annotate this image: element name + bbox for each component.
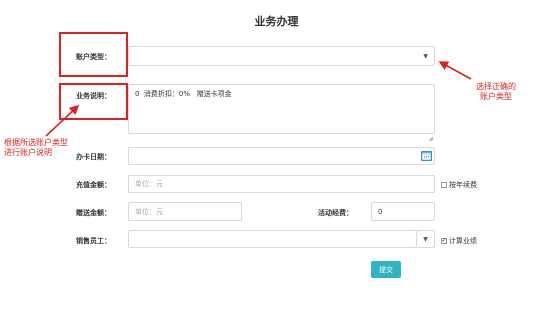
left-annotation: 根据所选账户类型 进行账户说明 — [4, 138, 68, 158]
left-annotation-line-2: 进行账户说明 — [4, 148, 52, 157]
annotation-arrows — [45, 61, 472, 137]
right-annotation-line-2: 账户类型 — [480, 92, 512, 101]
right-annotation: 选择正确的 账户类型 — [476, 82, 516, 102]
right-annotation-arrow — [438, 61, 472, 80]
left-annotation-arrow — [45, 104, 80, 137]
left-annotation-line-1: 根据所选账户类型 — [4, 138, 68, 147]
right-annotation-line-1: 选择正确的 — [476, 82, 516, 91]
